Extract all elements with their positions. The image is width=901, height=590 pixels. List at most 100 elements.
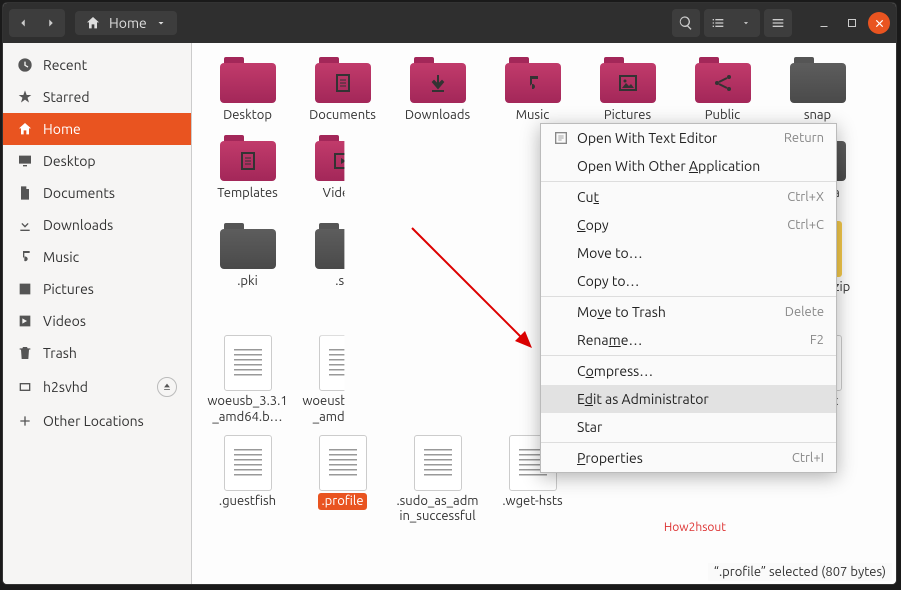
file-item[interactable]: .profile: [295, 435, 390, 526]
file-icon: [695, 55, 751, 105]
sidebar-item-trash[interactable]: Trash: [3, 337, 191, 369]
file-item[interactable]: .guestfish: [200, 435, 295, 526]
menu-item[interactable]: Open With Other Application: [541, 152, 836, 180]
file-item[interactable]: snap: [770, 55, 865, 125]
file-icon: [790, 55, 846, 105]
file-item[interactable]: .sudo_as_admin_successful: [390, 435, 485, 526]
h2svhd-icon: [17, 379, 33, 395]
file-item[interactable]: Desktop: [200, 55, 295, 125]
file-label: Desktop: [220, 107, 275, 125]
menu-item[interactable]: Compress…: [541, 357, 836, 385]
file-item[interactable]: Public: [675, 55, 770, 125]
sidebar-item-label: Desktop: [43, 153, 96, 169]
file-icon: [410, 55, 466, 105]
titlebar: Home: [3, 3, 896, 43]
file-label: snap: [801, 107, 834, 125]
menu-item[interactable]: Move to…: [541, 239, 836, 267]
file-label: Templates: [214, 185, 281, 203]
view-toggle: [704, 9, 760, 37]
status-bar: “.profile” selected (807 bytes): [708, 563, 892, 581]
menu-item[interactable]: Edit as Administrator: [541, 385, 836, 413]
sidebar-item-documents[interactable]: Documents: [3, 177, 191, 209]
menu-item[interactable]: Move to TrashDelete: [541, 298, 836, 326]
sidebar-item-videos[interactable]: Videos: [3, 305, 191, 337]
starred-icon: [17, 89, 33, 105]
file-item[interactable]: Documents: [295, 55, 390, 125]
list-view-button[interactable]: [704, 9, 732, 37]
maximize-button[interactable]: [840, 11, 864, 35]
file-icon: [505, 55, 561, 105]
menu-item[interactable]: Copy to…: [541, 267, 836, 295]
file-item[interactable]: .ss: [295, 221, 390, 328]
sidebar-item-desktop[interactable]: Desktop: [3, 145, 191, 177]
sidebar-item-starred[interactable]: Starred: [3, 81, 191, 113]
hamburger-button[interactable]: [764, 9, 792, 37]
menu-label: Cut: [577, 189, 599, 205]
menu-label: Move to…: [577, 245, 643, 261]
file-label: Public: [702, 107, 743, 125]
recent-icon: [17, 57, 33, 73]
menu-label: Copy: [577, 217, 609, 233]
menu-item[interactable]: Open With Text EditorReturn: [541, 124, 836, 152]
sidebar: Recent Starred Home Desktop Documents Downloa…: [3, 43, 192, 584]
sidebar-item-pictures[interactable]: Pictures: [3, 273, 191, 305]
menu-shortcut: Ctrl+I: [792, 451, 824, 465]
file-item[interactable]: woeusb_3.3.1_amd64.b…: [200, 335, 295, 426]
file-label: .profile: [318, 493, 366, 511]
file-item[interactable]: Music: [485, 55, 580, 125]
menu-item[interactable]: PropertiesCtrl+I: [541, 444, 836, 472]
minimize-button[interactable]: [812, 11, 836, 35]
menu-item[interactable]: Rename… F2: [541, 326, 836, 354]
menu-label: Open With Text Editor: [577, 130, 717, 146]
file-label: .wget-hsts: [499, 493, 565, 511]
file-label: woeusb_3.3.1_amd64.b…: [203, 393, 293, 426]
menu-shortcut: F2: [810, 333, 824, 347]
file-label: Videos: [320, 185, 366, 203]
sidebar-item-downloads[interactable]: Downloads: [3, 209, 191, 241]
menu-shortcut: Delete: [785, 305, 824, 319]
file-label: .pki: [234, 273, 261, 291]
dropdown-icon[interactable]: [155, 17, 167, 29]
menu-shortcut: Ctrl+C: [787, 218, 824, 232]
menu-item[interactable]: CutCtrl+X: [541, 183, 836, 211]
file-item[interactable]: Templates: [200, 133, 295, 213]
menu-label: Rename…: [577, 332, 642, 348]
watermark: How2hsout: [664, 521, 726, 534]
breadcrumb[interactable]: Home: [75, 11, 177, 35]
file-label: Documents: [306, 107, 379, 125]
file-item[interactable]: Videos: [295, 133, 390, 213]
back-button[interactable]: [9, 9, 37, 37]
file-item[interactable]: Downloads: [390, 55, 485, 125]
file-icon: [220, 221, 276, 271]
eject-icon[interactable]: [157, 377, 177, 397]
forward-button[interactable]: [37, 9, 65, 37]
sidebar-item-h2svhd[interactable]: h2svhd: [3, 369, 191, 405]
sidebar-item-label: Home: [43, 121, 81, 137]
sidebar-item-music[interactable]: Music: [3, 241, 191, 273]
sidebar-item-home[interactable]: Home: [3, 113, 191, 145]
view-menu-button[interactable]: [732, 9, 760, 37]
file-label: .ss: [332, 273, 352, 291]
file-item[interactable]: Pictures: [580, 55, 675, 125]
file-icon: [414, 435, 462, 491]
sidebar-item-label: Music: [43, 249, 79, 265]
menu-item[interactable]: Copy Ctrl+C: [541, 211, 836, 239]
sidebar-item-label: Documents: [43, 185, 115, 201]
sidebar-item-recent[interactable]: Recent: [3, 49, 191, 81]
close-button[interactable]: [868, 12, 890, 34]
search-button[interactable]: [672, 9, 700, 37]
sidebar-item-other[interactable]: Other Locations: [3, 405, 191, 437]
sidebar-item-label: Recent: [43, 57, 87, 73]
file-item[interactable]: woeusb_3.3.1_amd64…: [295, 335, 390, 426]
sidebar-item-label: h2svhd: [43, 379, 88, 395]
menu-item[interactable]: Star: [541, 413, 836, 441]
file-grid[interactable]: Desktop Documents DownloadsMusicPictures Pu…: [192, 43, 896, 584]
desktop-icon: [17, 153, 33, 169]
file-icon: [315, 221, 371, 271]
menu-label: Copy to…: [577, 273, 639, 289]
sidebar-item-label: Videos: [43, 313, 86, 329]
pictures-icon: [17, 281, 33, 297]
file-item[interactable]: .pki: [200, 221, 295, 328]
menu-label: Compress…: [577, 363, 653, 379]
breadcrumb-label: Home: [109, 15, 147, 31]
